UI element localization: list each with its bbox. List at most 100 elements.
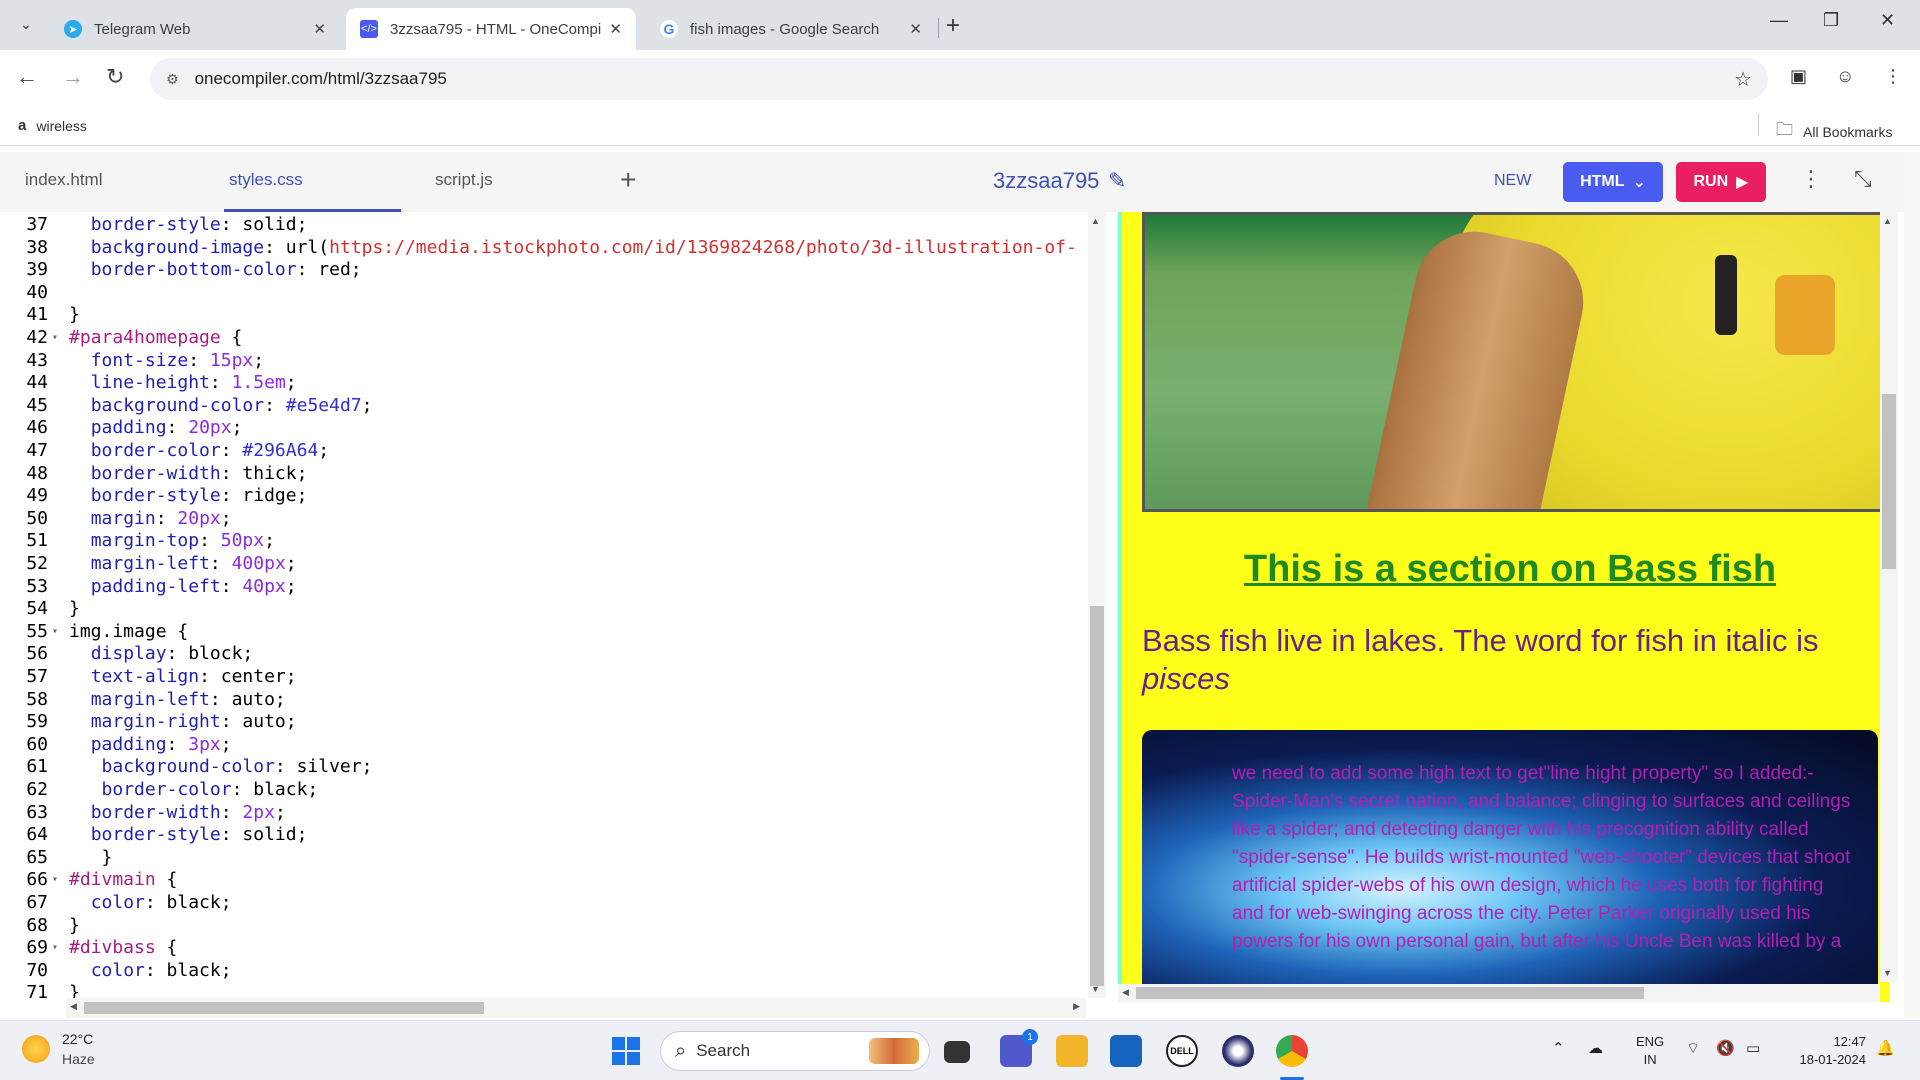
- side-panel-icon[interactable]: ▣: [1790, 66, 1807, 87]
- forward-arrow-icon[interactable]: →: [62, 64, 84, 90]
- scrollbar-thumb[interactable]: [84, 1002, 484, 1014]
- code-line[interactable]: 65 }: [0, 847, 1086, 870]
- code-line[interactable]: 68}: [0, 915, 1086, 938]
- input-language[interactable]: ENG IN: [1636, 1033, 1664, 1069]
- code-line[interactable]: 48 border-width: thick;: [0, 463, 1086, 486]
- site-info-icon[interactable]: ⚙: [166, 71, 179, 88]
- tab-search-chevron-icon[interactable]: ⌄: [12, 10, 40, 38]
- page-vertical-scrollbar[interactable]: [1904, 152, 1920, 1018]
- wifi-icon[interactable]: ⌔: [1686, 1039, 1700, 1058]
- fullscreen-icon[interactable]: ⤡: [1854, 166, 1872, 192]
- code-line[interactable]: 55 ▾ img.image {: [0, 621, 1086, 644]
- code-line[interactable]: 37 border-style: solid;: [0, 214, 1086, 237]
- code-line[interactable]: 57 text-align: center;: [0, 666, 1086, 689]
- code-line[interactable]: 66 ▾ #divmain {: [0, 869, 1086, 892]
- code-line[interactable]: 45 background-color: #e5e4d7;: [0, 395, 1086, 418]
- code-line[interactable]: 49 border-style: ridge;: [0, 485, 1086, 508]
- tab-google-search[interactable]: G fish images - Google Search ✕: [646, 8, 936, 50]
- back-arrow-icon[interactable]: ←: [16, 64, 38, 90]
- scroll-up-arrow-icon[interactable]: ▲: [1091, 216, 1100, 226]
- windows-start-icon[interactable]: [612, 1037, 640, 1065]
- onedrive-cloud-icon[interactable]: ☁: [1588, 1039, 1603, 1057]
- code-line[interactable]: 44 line-height: 1.5em;: [0, 372, 1086, 395]
- code-line[interactable]: 64 border-style: solid;: [0, 824, 1086, 847]
- minimize-icon[interactable]: —: [1770, 10, 1788, 31]
- window-close-icon[interactable]: ✕: [1880, 10, 1895, 31]
- tab-telegram[interactable]: ➤ Telegram Web ✕: [50, 8, 340, 50]
- code-line[interactable]: 43 font-size: 15px;: [0, 350, 1086, 373]
- code-line[interactable]: 40: [0, 282, 1086, 305]
- fold-toggle-icon[interactable]: ▾: [52, 937, 58, 960]
- microsoft-store-icon[interactable]: [1110, 1035, 1142, 1067]
- scroll-left-arrow-icon[interactable]: ◀: [1122, 987, 1129, 998]
- preview-horizontal-scrollbar[interactable]: ◀: [1118, 984, 1880, 1002]
- code-line[interactable]: 60 padding: 3px;: [0, 734, 1086, 757]
- file-tab-script-js[interactable]: script.js: [435, 170, 493, 190]
- language-select-button[interactable]: HTML ⌄: [1563, 162, 1663, 202]
- close-icon[interactable]: ✕: [313, 20, 326, 38]
- editor-vertical-scrollbar[interactable]: ▲ ▼: [1088, 212, 1106, 998]
- code-line[interactable]: 53 padding-left: 40px;: [0, 576, 1086, 599]
- code-line[interactable]: 47 border-color: #296A64;: [0, 440, 1086, 463]
- browser-menu-icon[interactable]: ⋮: [1884, 66, 1902, 87]
- code-line[interactable]: 42 ▾ #para4homepage {: [0, 327, 1086, 350]
- chat-icon[interactable]: 1: [1000, 1029, 1038, 1067]
- eclipse-icon[interactable]: [1222, 1035, 1254, 1067]
- code-line[interactable]: 67 color: black;: [0, 892, 1086, 915]
- file-explorer-icon[interactable]: [1056, 1035, 1088, 1067]
- preview-vertical-scrollbar[interactable]: ▲ ▼: [1880, 212, 1898, 982]
- more-options-icon[interactable]: ⋮: [1800, 166, 1822, 192]
- show-hidden-icons-chevron-icon[interactable]: ⌃: [1552, 1039, 1565, 1057]
- scroll-down-arrow-icon[interactable]: ▼: [1091, 984, 1100, 994]
- battery-icon[interactable]: ▭: [1746, 1039, 1760, 1057]
- chrome-icon[interactable]: [1276, 1035, 1308, 1067]
- system-clock[interactable]: 12:47 18-01-2024: [1786, 1033, 1867, 1069]
- code-line[interactable]: 70 color: black;: [0, 960, 1086, 983]
- scroll-left-arrow-icon[interactable]: ◀: [70, 1001, 77, 1012]
- run-button[interactable]: RUN ▶: [1676, 162, 1766, 202]
- code-line[interactable]: 39 border-bottom-color: red;: [0, 259, 1086, 282]
- code-line[interactable]: 69 ▾ #divbass {: [0, 937, 1086, 960]
- code-line[interactable]: 52 margin-left: 400px;: [0, 553, 1086, 576]
- scrollbar-thumb[interactable]: [1136, 987, 1644, 999]
- close-icon[interactable]: ✕: [609, 20, 622, 38]
- speaker-muted-icon[interactable]: 🔇: [1716, 1039, 1735, 1057]
- new-button[interactable]: NEW: [1494, 172, 1531, 190]
- weather-widget[interactable]: 22°C Haze: [22, 1029, 95, 1069]
- scroll-up-arrow-icon[interactable]: ▲: [1883, 216, 1892, 226]
- reload-icon[interactable]: ↻: [106, 64, 124, 90]
- code-line[interactable]: 50 margin: 20px;: [0, 508, 1086, 531]
- scrollbar-thumb[interactable]: [1090, 606, 1104, 986]
- add-file-plus-icon[interactable]: +: [620, 164, 636, 196]
- dell-icon[interactable]: DELL: [1166, 1035, 1198, 1067]
- code-editor[interactable]: 37 border-style: solid; 38 background-ima…: [0, 212, 1086, 1018]
- fold-toggle-icon[interactable]: ▾: [52, 869, 58, 892]
- code-line[interactable]: 56 display: block;: [0, 643, 1086, 666]
- new-tab-plus-icon[interactable]: +: [946, 12, 960, 40]
- code-line[interactable]: 46 padding: 20px;: [0, 417, 1086, 440]
- profile-avatar-icon[interactable]: ☺: [1836, 66, 1854, 87]
- code-line[interactable]: 54}: [0, 598, 1086, 621]
- scrollbar-thumb[interactable]: [1882, 394, 1896, 569]
- project-name[interactable]: 3zzsaa795: [993, 168, 1099, 194]
- code-line[interactable]: 63 border-width: 2px;: [0, 802, 1086, 825]
- close-icon[interactable]: ✕: [909, 20, 922, 38]
- fold-toggle-icon[interactable]: ▾: [52, 327, 58, 350]
- restore-icon[interactable]: ❐: [1823, 10, 1839, 31]
- taskbar-search[interactable]: ⌕ Search: [660, 1031, 930, 1071]
- address-bar[interactable]: ⚙ onecompiler.com/html/3zzsaa795 ☆: [150, 58, 1768, 100]
- task-view-icon[interactable]: [944, 1041, 970, 1063]
- file-tab-styles-css[interactable]: styles.css: [229, 170, 303, 190]
- editor-horizontal-scrollbar[interactable]: ◀ ▶: [66, 998, 1086, 1018]
- bookmark-star-icon[interactable]: ☆: [1734, 67, 1752, 92]
- code-line[interactable]: 59 margin-right: auto;: [0, 711, 1086, 734]
- code-line[interactable]: 61 background-color: silver;: [0, 756, 1086, 779]
- code-line[interactable]: 58 margin-left: auto;: [0, 689, 1086, 712]
- code-line[interactable]: 41}: [0, 304, 1086, 327]
- file-tab-index-html[interactable]: index.html: [25, 170, 102, 190]
- url-text[interactable]: onecompiler.com/html/3zzsaa795: [195, 69, 447, 89]
- code-line[interactable]: 51 margin-top: 50px;: [0, 530, 1086, 553]
- fold-toggle-icon[interactable]: ▾: [52, 621, 58, 644]
- code-line[interactable]: 62 border-color: black;: [0, 779, 1086, 802]
- tab-onecompiler[interactable]: </> 3zzsaa795 - HTML - OneCompi ✕: [346, 8, 636, 50]
